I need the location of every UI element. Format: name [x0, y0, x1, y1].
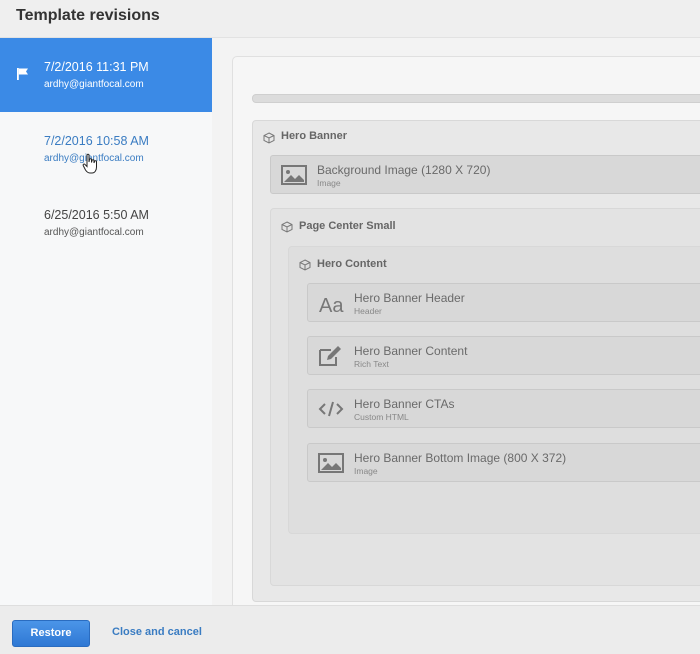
block-hero-banner-content: Hero Banner Content Rich Text — [307, 336, 700, 375]
revision-date: 7/2/2016 10:58 AM — [44, 134, 149, 148]
block-type: Header — [354, 306, 382, 316]
text-icon: Aa — [319, 295, 344, 314]
close-and-cancel-link[interactable]: Close and cancel — [112, 626, 202, 638]
block-background-image: Background Image (1280 X 720) Image — [270, 155, 700, 194]
block-type: Rich Text — [354, 359, 389, 369]
block-hero-banner-header: Aa Hero Banner Header Header — [307, 283, 700, 322]
block-type: Image — [354, 466, 378, 476]
cube-icon — [299, 259, 311, 271]
revision-item[interactable]: 7/2/2016 11:31 PM ardhy@giantfocal.com — [0, 38, 212, 112]
block-title: Background Image (1280 X 720) — [317, 163, 491, 177]
revision-date: 7/2/2016 11:31 PM — [44, 60, 149, 74]
page-title: Template revisions — [16, 7, 160, 24]
modal-footer: Restore Close and cancel — [0, 605, 700, 654]
block-type: Image — [317, 178, 341, 188]
block-hero-banner-ctas: Hero Banner CTAs Custom HTML — [307, 389, 700, 428]
svg-text:Aa: Aa — [319, 295, 344, 314]
cube-icon — [263, 132, 275, 144]
block-title: Hero Banner CTAs — [354, 397, 455, 411]
revision-item[interactable]: 7/2/2016 10:58 AM ardhy@giantfocal.com — [0, 112, 212, 186]
code-icon — [318, 401, 344, 417]
revision-author: ardhy@giantfocal.com — [44, 79, 144, 90]
image-icon — [318, 453, 344, 473]
block-hero-banner-bottom-image: Hero Banner Bottom Image (800 X 372) Ima… — [307, 443, 700, 482]
cube-icon — [281, 221, 293, 233]
block-title: Hero Banner Header — [354, 291, 465, 305]
block-title: Hero Banner Content — [354, 344, 468, 358]
preview-scrollbar — [252, 94, 700, 103]
section-title: Hero Banner — [281, 130, 348, 142]
flag-icon — [17, 68, 28, 80]
block-type: Custom HTML — [354, 412, 409, 422]
section-title: Hero Content — [317, 258, 387, 270]
image-icon — [281, 165, 307, 185]
section-title: Page Center Small — [299, 220, 396, 232]
revision-item[interactable]: 6/25/2016 5:50 AM ardhy@giantfocal.com — [0, 186, 212, 260]
block-title: Hero Banner Bottom Image (800 X 372) — [354, 451, 567, 465]
revision-author: ardhy@giantfocal.com — [44, 227, 144, 238]
restore-button[interactable]: Restore — [12, 620, 90, 647]
revision-list: 7/2/2016 11:31 PM ardhy@giantfocal.com 7… — [0, 38, 212, 605]
revision-date: 6/25/2016 5:50 AM — [44, 208, 149, 222]
edit-icon — [319, 346, 341, 366]
modal-header: Template revisions — [0, 0, 700, 38]
hand-cursor-icon — [82, 153, 97, 174]
